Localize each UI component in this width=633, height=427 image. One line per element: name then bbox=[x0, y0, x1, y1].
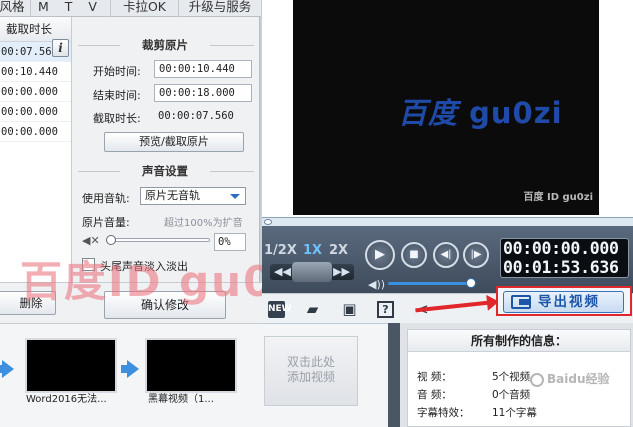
export-icon bbox=[511, 295, 531, 309]
chevron-down-icon bbox=[230, 194, 240, 199]
wm-logo-a: 百度 bbox=[398, 96, 459, 130]
baidu-jingyan-text: Baidu经验 bbox=[547, 372, 610, 386]
arrow-right-icon bbox=[0, 360, 14, 378]
speed-half[interactable]: 1/2X bbox=[264, 243, 297, 258]
prev-frame-button[interactable]: ◀| bbox=[433, 242, 459, 268]
table-row[interactable]: 00:00.000 bbox=[0, 122, 71, 142]
help-icon[interactable]: ? bbox=[377, 301, 394, 318]
volume-slider[interactable] bbox=[106, 238, 210, 242]
info-label: 音 频： bbox=[417, 389, 452, 401]
clip-thumbnail[interactable] bbox=[145, 338, 237, 393]
divider bbox=[210, 171, 254, 172]
info-row-video: 视 频： 5个视频 bbox=[417, 369, 530, 384]
volume-hint: 超过100%为扩音 bbox=[164, 218, 243, 229]
audio-track-value: 原片无音轨 bbox=[145, 189, 200, 202]
speed-2x[interactable]: 2X bbox=[329, 243, 348, 258]
baidu-jingyan-watermark: Baidu经验 bbox=[530, 370, 610, 387]
tab-karaoke[interactable]: 卡拉OK bbox=[111, 0, 179, 17]
jog-wheel[interactable]: ◀◀ ▶▶ bbox=[270, 262, 354, 282]
wm-logo-b: gu0zi bbox=[458, 96, 563, 130]
player-volume-knob[interactable] bbox=[466, 278, 476, 288]
add-video-line2: 添加视频 bbox=[286, 370, 335, 384]
table-row[interactable]: 00:00.000 bbox=[0, 82, 71, 102]
open-folder-icon[interactable]: ▰ bbox=[304, 301, 321, 318]
baidu-logo-watermark: 百度 gu0zi bbox=[398, 90, 563, 132]
clip-thumbnail[interactable] bbox=[25, 338, 117, 393]
info-icon[interactable]: i bbox=[52, 39, 69, 57]
baidu-id-watermark: 百度 ID gu0zi bbox=[523, 192, 593, 203]
next-frame-button[interactable]: |▶ bbox=[463, 242, 489, 268]
rewind-icon: ◀◀ bbox=[274, 265, 291, 278]
volume-slider-knob[interactable] bbox=[106, 235, 116, 245]
jog-handle[interactable] bbox=[292, 262, 332, 282]
preview-crop-button[interactable]: 预览/截取原片 bbox=[104, 132, 244, 152]
export-video-label: 导出视频 bbox=[538, 294, 600, 310]
export-video-button[interactable]: 导出视频 bbox=[503, 291, 624, 313]
fast-forward-icon: ▶▶ bbox=[333, 265, 350, 278]
end-time-input[interactable]: 00:00:18.000 bbox=[154, 84, 252, 102]
audio-track-label: 使用音轨: bbox=[82, 192, 130, 205]
divider bbox=[210, 45, 254, 46]
speaker-muted-icon: ◀✕ bbox=[82, 234, 100, 247]
arrow-right-icon bbox=[121, 360, 139, 378]
player-controls: 1/2X 1X 2X ◀◀ ▶▶ ▶ ■ ◀| |▶ 00:00:00.000 … bbox=[262, 226, 633, 293]
tab-style[interactable]: 风格 bbox=[0, 0, 31, 17]
stop-button[interactable]: ■ bbox=[401, 242, 427, 268]
info-value: 0个音频 bbox=[492, 389, 531, 401]
divider bbox=[78, 45, 120, 46]
start-time-label: 开始时间: bbox=[93, 65, 141, 78]
timeline-strip: Word2016无法... 黑幕视频（1... 双击此处 添加视频 bbox=[0, 323, 400, 427]
volume-label: 原片音量: bbox=[82, 216, 130, 229]
duration-label: 截取时长: bbox=[93, 112, 141, 125]
save-icon[interactable]: ▣ bbox=[341, 301, 358, 318]
duration-value: 00:00:07.560 bbox=[158, 110, 234, 122]
info-value: 5个视频 bbox=[492, 371, 531, 383]
player-volume-slider[interactable] bbox=[388, 282, 472, 285]
info-value: 11个字幕 bbox=[492, 407, 537, 419]
video-screen[interactable]: 百度 gu0zi 百度 ID gu0zi bbox=[293, 0, 599, 215]
end-time-label: 结束时间: bbox=[93, 89, 141, 102]
start-time-input[interactable]: 00:00:10.440 bbox=[154, 60, 252, 78]
new-project-icon[interactable]: NEW bbox=[268, 301, 292, 318]
seek-bar[interactable] bbox=[262, 217, 633, 226]
table-row[interactable]: 00:10.440 bbox=[0, 62, 71, 82]
timeline-scroll-button[interactable] bbox=[388, 323, 400, 427]
video-preview: 百度 gu0zi 百度 ID gu0zi bbox=[262, 0, 633, 220]
speed-1x[interactable]: 1X bbox=[303, 243, 322, 258]
add-video-line1: 双击此处 bbox=[286, 355, 335, 369]
info-label: 视 频： bbox=[417, 371, 452, 383]
tab-mtv[interactable]: M T V bbox=[31, 0, 111, 17]
info-title: 所有制作的信息： bbox=[408, 330, 630, 352]
seek-knob[interactable] bbox=[264, 219, 272, 225]
divider bbox=[78, 171, 120, 172]
clip-caption: Word2016无法... bbox=[26, 394, 107, 405]
clip-caption: 黑幕视频（1... bbox=[148, 394, 214, 405]
current-time: 00:00:00.000 bbox=[503, 239, 619, 258]
tab-upgrade-service[interactable]: 升级与服务 bbox=[179, 0, 262, 17]
tab-strip: 风格 M T V 卡拉OK 升级与服务 bbox=[0, 0, 262, 17]
speaker-icon[interactable]: ◀)) bbox=[368, 278, 385, 291]
info-row-audio: 音 频： 0个音频 bbox=[417, 387, 530, 402]
time-display: 00:00:00.000 00:01:53.636 bbox=[500, 238, 629, 278]
crop-section-title: 裁剪原片 bbox=[142, 38, 188, 52]
total-time: 00:01:53.636 bbox=[503, 258, 619, 277]
audio-track-select[interactable]: 原片无音轨 bbox=[140, 187, 246, 205]
audio-section-title: 声音设置 bbox=[142, 164, 188, 178]
play-button[interactable]: ▶ bbox=[365, 240, 395, 270]
table-row[interactable]: 00:00.000 bbox=[0, 102, 71, 122]
info-row-subtitles: 字幕特效： 11个字幕 bbox=[417, 405, 537, 420]
add-video-box[interactable]: 双击此处 添加视频 bbox=[264, 336, 358, 406]
paw-icon bbox=[530, 372, 544, 387]
info-label: 字幕特效： bbox=[417, 407, 470, 419]
